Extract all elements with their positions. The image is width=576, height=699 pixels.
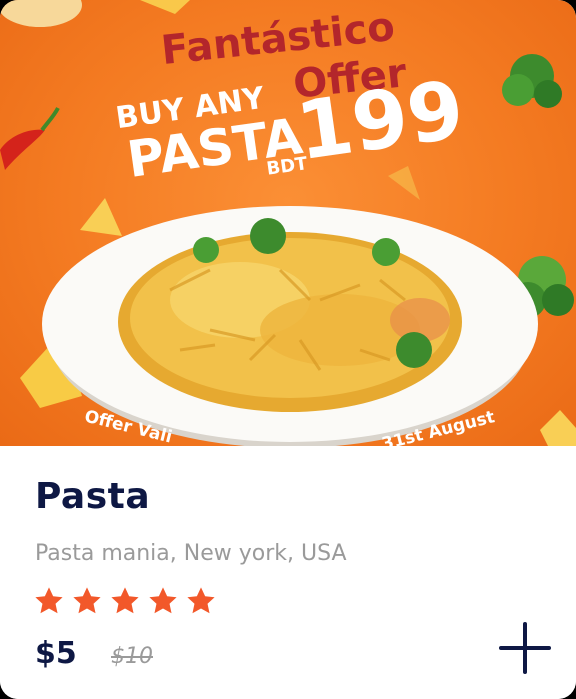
promo-banner-artwork: Fantástico Offer BUY ANY PASTA BDT 199 O… [0,0,576,446]
star-icon [71,585,103,617]
product-card[interactable]: Fantástico Offer BUY ANY PASTA BDT 199 O… [0,0,576,699]
pasta-plate [42,206,538,446]
original-price: $10 [111,644,153,669]
star-icon [109,585,141,617]
chip-decoration [0,0,82,27]
broccoli-decoration [502,54,562,108]
chili-pepper-decoration [0,107,60,170]
cheese-decoration [388,166,420,200]
star-icon [147,585,179,617]
cheese-decoration [140,0,190,14]
product-info: Pasta Pasta mania, New york, USA $5 $10 [0,446,576,699]
add-to-cart-button[interactable] [495,618,555,678]
current-price: $5 [35,636,77,671]
promo-banner-image: Fantástico Offer BUY ANY PASTA BDT 199 O… [0,0,576,446]
plus-icon [499,622,551,674]
cheese-decoration [80,198,122,236]
rating-stars [33,585,217,617]
star-icon [185,585,217,617]
cheese-decoration [540,410,576,446]
product-title: Pasta [35,476,151,517]
star-icon [33,585,65,617]
product-location: Pasta mania, New york, USA [35,541,347,566]
